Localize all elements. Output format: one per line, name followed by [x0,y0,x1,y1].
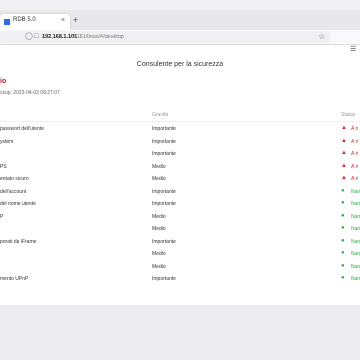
security-advisor-panel: Consulente per la sicurezza io ckup: 202… [0,55,360,305]
check-name: ystem [0,138,14,145]
tab-strip: RDB 5.0 × + [0,10,360,30]
table-row[interactable]: del nome utente Importante ● Nan [0,198,360,211]
check-name: P [0,213,4,220]
warning-icon: ▲ [341,137,347,144]
severity-value: Importante [152,188,176,195]
summary-title: io [0,78,7,85]
browser-tab[interactable]: RDB 5.0 × [0,14,70,30]
status-value: A ri [351,126,359,132]
severity-value: Medio [152,263,166,270]
column-header-severity: Gravità [152,112,169,118]
check-name: porati da iFrame [0,238,37,245]
check-circle-icon: ● [341,225,345,231]
check-circle-icon: ● [341,237,345,244]
table-row[interactable]: mento UPnP Importante ● Nan [0,273,360,286]
shield-icon[interactable]: ◯ [25,33,33,41]
table-row[interactable]: entato sicuro Medio ▲ A ri [0,173,360,186]
tab-title: RDB 5.0 [13,17,36,23]
table-row[interactable]: Medio ● Nan [0,261,360,274]
table-row[interactable]: PS Medio ▲ A ri [0,161,360,174]
check-name: entato sicuro [0,176,29,182]
severity-value: Importante [152,201,176,207]
menu-icon[interactable]: ☰ [350,46,356,54]
status-value: Nan [351,263,360,270]
check-name: passwort dell'utente [0,126,45,132]
table-row[interactable]: porati da iFrame Importante ● Nan [0,236,360,249]
check-name: del nome utente [0,201,36,207]
check-circle-icon: ● [341,262,345,269]
table-row[interactable]: dell'account Importante ● Nan [0,186,360,199]
severity-value: Medio [152,251,166,257]
navigation-toolbar: ◯ □ 192.168.1.101 :9181/linux/#/desktop … [0,30,360,45]
check-name: PS [0,163,7,170]
warning-icon: ▲ [341,175,347,181]
status-value: Nan [351,238,360,245]
warning-icon: ▲ [341,150,347,156]
status-value: Nan [351,188,360,195]
status-value: Nan [351,251,360,257]
status-value: Nan [351,276,360,282]
table-row[interactable]: Importante ▲ A ri [0,148,360,161]
status-value: Nan [351,226,360,232]
severity-value: Medio [152,213,166,220]
table-row[interactable]: ystem Importante ▲ A ri [0,136,360,149]
table-row[interactable]: P Medio ● Nan [0,211,360,224]
severity-value: Importante [152,151,176,157]
check-circle-icon: ● [341,212,345,219]
severity-value: Medio [152,226,166,232]
lock-icon[interactable]: □ [34,33,38,41]
severity-value: Importante [152,126,176,132]
table-row[interactable]: passwort dell'utente Importante ▲ A ri [0,123,360,136]
close-icon[interactable]: × [61,17,65,24]
page-title: Consulente per la sicurezza [136,61,224,68]
status-value: Nan [351,213,360,220]
check-circle-icon: ● [341,200,345,206]
table-row[interactable]: Medio ● Nan [0,248,360,261]
severity-value: Importante [152,138,176,145]
status-value: A ri [351,138,359,145]
column-header-status: Status [341,112,356,118]
severity-value: Medio [152,176,166,182]
new-tab-icon[interactable]: + [73,16,78,25]
address-bar[interactable]: ◯ □ 192.168.1.101 :9181/linux/#/desktop … [0,31,330,43]
bookmark-star-icon[interactable]: ☆ [318,32,325,42]
url-path: :9181/linux/#/desktop [72,34,124,40]
favicon-icon [4,19,10,25]
severity-value: Importante [152,276,176,282]
status-value: A ri [351,151,359,157]
backup-timestamp: ckup: 2023-04-03 08:27:07 [0,90,60,96]
check-name: mento UPnP [0,276,29,282]
status-value: A ri [351,163,359,170]
app-header [0,45,360,55]
status-value: A ri [351,176,359,182]
severity-value: Importante [152,238,176,245]
warning-icon: ▲ [341,162,347,169]
check-circle-icon: ● [341,187,345,194]
warning-icon: ▲ [341,125,347,131]
severity-value: Medio [152,163,166,170]
status-value: Nan [351,201,360,207]
table-row[interactable]: Medio ● Nan [0,223,360,236]
check-name: dell'account [0,188,27,195]
check-circle-icon: ● [341,275,345,281]
header-divider [0,121,360,122]
check-circle-icon: ● [341,250,345,256]
desktop-background [0,305,360,360]
